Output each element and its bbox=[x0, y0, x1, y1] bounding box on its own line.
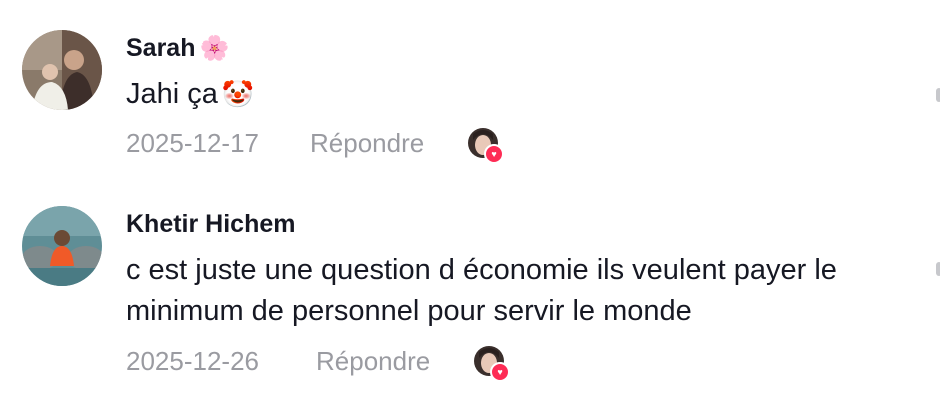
liked-by-creator-badge: ♥ bbox=[468, 128, 504, 164]
comment-text: Jahi ça 🤡 bbox=[126, 74, 916, 115]
heart-icon: ♥ bbox=[490, 362, 510, 382]
comment-text-body: c est juste une question d économie ils … bbox=[126, 254, 837, 327]
clown-emoji-icon: 🤡 bbox=[221, 79, 255, 109]
more-options-icon[interactable] bbox=[936, 88, 940, 102]
comment-meta: 2025-12-26 Répondre bbox=[126, 346, 526, 378]
liked-by-creator-badge: ♥ bbox=[474, 346, 510, 382]
comment-meta: 2025-12-17 Répondre bbox=[126, 128, 526, 160]
username-text: Sarah bbox=[126, 34, 196, 62]
avatar-photo bbox=[22, 206, 102, 286]
flower-emoji-icon: 🌸 bbox=[199, 35, 230, 62]
more-options-icon[interactable] bbox=[936, 262, 940, 276]
reply-button[interactable]: Répondre bbox=[316, 346, 430, 377]
comment-username[interactable]: Sarah 🌸 bbox=[126, 34, 229, 63]
avatar[interactable] bbox=[22, 30, 102, 110]
username-text: Khetir Hichem bbox=[126, 210, 296, 238]
avatar[interactable] bbox=[22, 206, 102, 286]
reply-button[interactable]: Répondre bbox=[310, 128, 424, 159]
comment-date: 2025-12-26 bbox=[126, 346, 259, 376]
comment-date: 2025-12-17 bbox=[126, 128, 259, 158]
avatar-photo bbox=[22, 30, 102, 110]
comment-username[interactable]: Khetir Hichem bbox=[126, 210, 295, 239]
comment-text: c est juste une question d économie ils … bbox=[126, 250, 916, 332]
comment-text-body: Jahi ça bbox=[126, 78, 218, 110]
heart-icon: ♥ bbox=[484, 144, 504, 164]
